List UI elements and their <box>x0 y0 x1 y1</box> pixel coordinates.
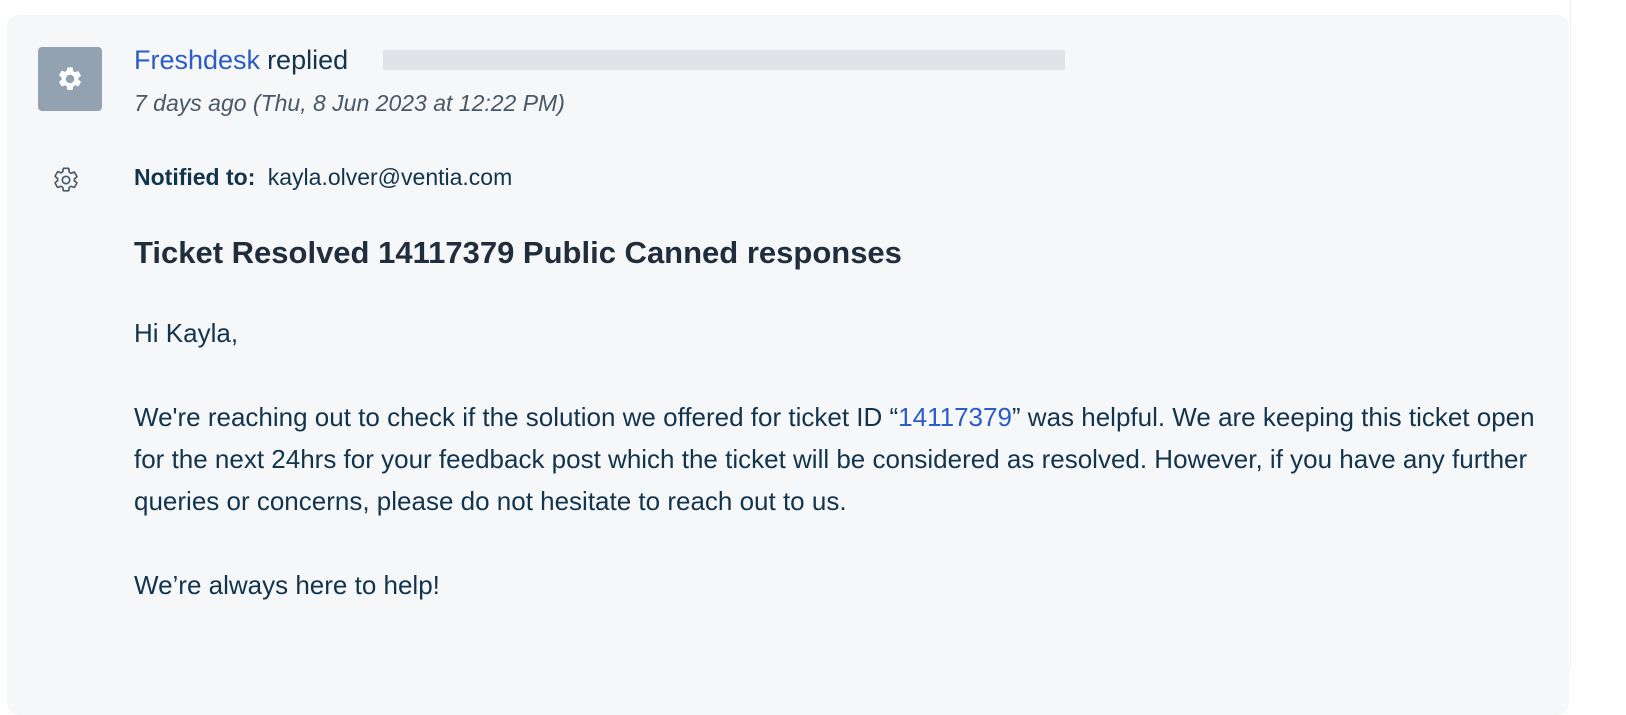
ticket-id-link[interactable]: 14117379 <box>898 402 1012 432</box>
gear-outline-icon <box>54 167 78 192</box>
gear-icon <box>59 67 81 90</box>
notified-label: Notified to: <box>134 164 256 190</box>
email-subject: Ticket Resolved 14117379 Public Canned r… <box>134 235 902 270</box>
reply-header: Freshdesk replied <box>134 40 348 80</box>
greeting: Hi Kayla, <box>134 318 239 348</box>
reply-timestamp: 7 days ago (Thu, 8 Jun 2023 at 12:22 PM) <box>134 90 565 116</box>
body-text-before: We're reaching out to check if the solut… <box>134 402 899 432</box>
sender-avatar <box>38 47 102 111</box>
right-panel-edge <box>1570 0 1626 668</box>
notified-email: kayla.olver@ventia.com <box>267 164 513 190</box>
notified-to: Notified to: kayla.olver@ventia.com <box>134 164 512 191</box>
body-paragraph: We're reaching out to check if the solut… <box>134 396 1544 522</box>
reply-action: replied <box>267 44 349 75</box>
sender-link[interactable]: Freshdesk <box>134 45 260 76</box>
email-body: Hi Kayla, We're reaching out to check if… <box>134 312 1544 648</box>
redacted-bar <box>383 50 1065 70</box>
closing: We’re always here to help! <box>134 570 440 600</box>
